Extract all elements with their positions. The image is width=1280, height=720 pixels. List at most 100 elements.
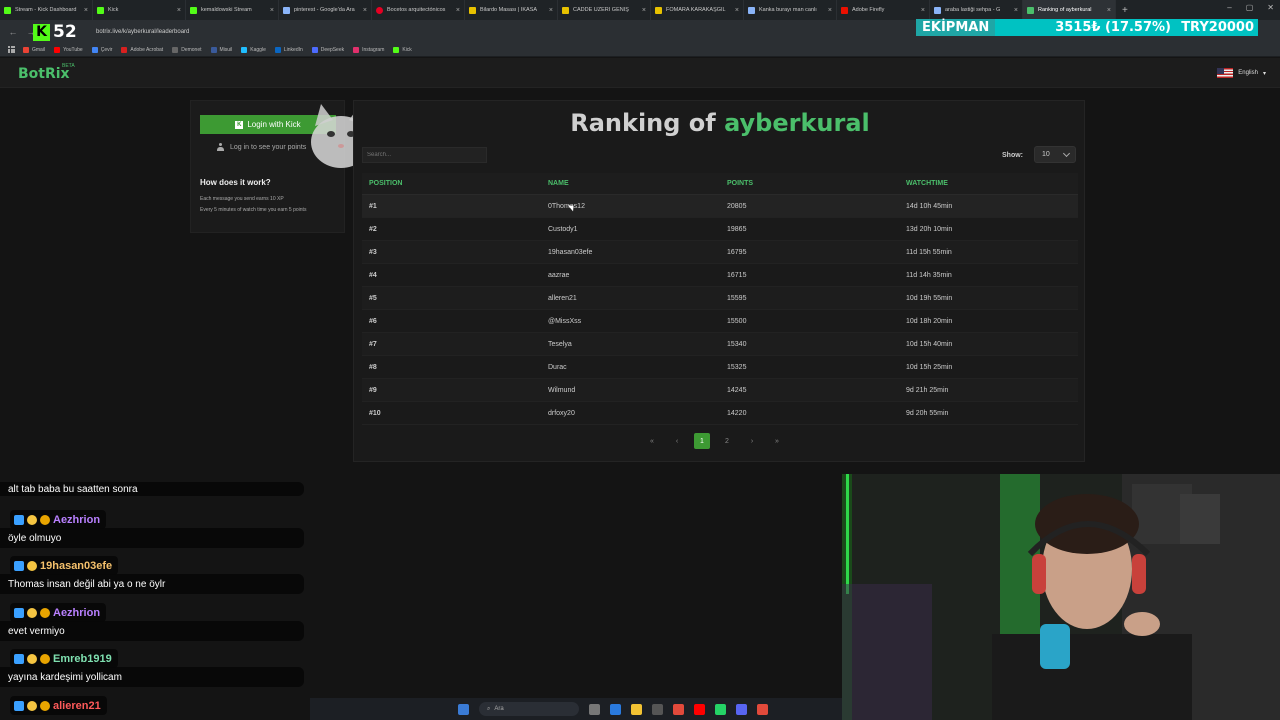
task-view-icon[interactable] [589, 703, 600, 715]
close-icon[interactable]: × [642, 7, 646, 14]
youtube-icon[interactable] [694, 703, 705, 715]
browser-tab-bar: Stream - Kick Dashboard × Kick × kemaldows… [0, 0, 1280, 20]
close-icon[interactable]: × [84, 7, 88, 14]
back-icon[interactable]: ← [8, 27, 18, 37]
kick-logo-icon: K [33, 23, 50, 41]
warning-badge-icon [40, 514, 50, 525]
edge-icon[interactable] [610, 703, 621, 715]
cell-name: alleren21 [548, 294, 577, 302]
bookmark-demonet[interactable]: Demonet [172, 46, 202, 53]
bookmark-label: Kick [402, 46, 412, 53]
botrix-favicon-icon [1027, 6, 1034, 14]
column-header-name[interactable]: NAME [541, 180, 720, 187]
close-icon[interactable]: × [270, 7, 274, 14]
next-page-button[interactable]: › [744, 433, 760, 449]
close-icon[interactable]: × [177, 7, 181, 14]
discord-icon[interactable] [736, 703, 747, 715]
tab-10[interactable]: araba lastiği sehpa - G × [930, 0, 1023, 20]
whatsapp-icon[interactable] [715, 703, 726, 715]
table-row[interactable]: #5 alleren21 15595 10d 19h 55min [362, 287, 1078, 310]
tab-label: Adobe Firefly [852, 7, 885, 13]
chat-username: Aezhrion [53, 606, 101, 619]
tab-0[interactable]: Stream - Kick Dashboard × [0, 0, 93, 20]
bookmark-acrobat[interactable]: Adobe Acrobat [121, 46, 163, 53]
close-icon[interactable]: × [735, 7, 739, 14]
moon-badge-icon [27, 653, 37, 664]
close-icon[interactable]: × [1107, 7, 1111, 14]
close-icon[interactable]: × [921, 7, 925, 14]
close-window-icon[interactable]: ✕ [1267, 3, 1274, 12]
tab-3[interactable]: pinterest - Google'da Ara × [279, 0, 372, 20]
tab-1[interactable]: Kick × [93, 0, 186, 20]
close-icon[interactable]: × [456, 7, 460, 14]
tab-11[interactable]: Ranking of ayberkural × [1023, 0, 1116, 20]
table-row[interactable]: #2 Custody1 19865 13d 20h 10min [362, 218, 1078, 241]
tab-9[interactable]: Adobe Firefly × [837, 0, 930, 20]
bookmark-cevir[interactable]: Çevir [91, 46, 112, 53]
url-field[interactable]: botrix.live/k/ayberkural/leaderboard [96, 29, 189, 35]
table-row[interactable]: #6 @MissXss 15500 10d 18h 20min [362, 310, 1078, 333]
login-hint: Log in to see your points [217, 143, 306, 151]
kick-favicon-icon [97, 6, 104, 14]
table-row[interactable]: #1 0Thomas12 20805 14d 10h 45min [362, 195, 1078, 218]
table-row[interactable]: #10 drfoxy20 14220 9d 20h 55min [362, 402, 1078, 425]
table-row[interactable]: #4 aazrae 16715 11d 14h 35min [362, 264, 1078, 287]
tab-6[interactable]: CADDE ÜZERİ GENİŞ × [558, 0, 651, 20]
apps-grid-icon[interactable] [8, 46, 15, 53]
tab-label: Ranking of ayberkural [1038, 7, 1092, 13]
bookmark-gmail[interactable]: Gmail [23, 46, 45, 53]
close-icon[interactable]: × [363, 7, 367, 14]
bookmark-misuil[interactable]: Misuil [210, 46, 232, 53]
table-row[interactable]: #7 Teselya 15340 10d 15h 40min [362, 333, 1078, 356]
page-2-button[interactable]: 2 [719, 433, 735, 449]
tab-5[interactable]: Bilardo Masası | İKASA × [465, 0, 558, 20]
bookmark-linkedin[interactable]: LinkedIn [274, 46, 303, 53]
chrome-icon[interactable] [673, 703, 684, 715]
tab-4[interactable]: Bocetos arquitectónicos × [372, 0, 465, 20]
language-selector[interactable]: English ▾ [1217, 68, 1266, 78]
bookmark-deepseek[interactable]: DeepSeek [311, 46, 344, 53]
tab-7[interactable]: FOMARA KARAKAŞGİL × [651, 0, 744, 20]
cell-position: #5 [369, 294, 377, 302]
us-flag-icon [1217, 68, 1234, 78]
column-header-points[interactable]: POINTS [720, 180, 899, 187]
column-header-watchtime[interactable]: WATCHTIME [899, 180, 1078, 187]
last-page-button[interactable]: » [769, 433, 785, 449]
tab-2[interactable]: kemaldowski Stream × [186, 0, 279, 20]
show-label: Show: [1002, 152, 1023, 159]
windows-start-icon[interactable] [458, 703, 469, 715]
table-row[interactable]: #9 Wilmund 14245 9d 21h 25min [362, 379, 1078, 402]
bookmark-kaggle[interactable]: Kaggle [241, 46, 266, 53]
new-tab-button[interactable]: + [1122, 5, 1128, 16]
deepseek-icon [311, 46, 318, 53]
column-header-position[interactable]: POSITION [362, 180, 541, 187]
close-icon[interactable]: × [828, 7, 832, 14]
page-1-button[interactable]: 1 [694, 433, 710, 449]
login-hint-text: Log in to see your points [230, 143, 307, 151]
close-icon[interactable]: × [549, 7, 553, 14]
close-icon[interactable]: × [1014, 7, 1018, 14]
table-row[interactable]: #3 19hasan03efe 16795 11d 15h 55min [362, 241, 1078, 264]
warning-badge-icon [40, 653, 50, 664]
file-explorer-icon[interactable] [631, 703, 642, 715]
app-icon[interactable] [652, 703, 663, 715]
first-page-button[interactable]: « [644, 433, 660, 449]
minimize-icon[interactable]: – [1227, 3, 1231, 12]
table-row[interactable]: #8 Durac 15325 10d 15h 25min [362, 356, 1078, 379]
ticker-goal: TRY20000 [1181, 20, 1254, 35]
tab-label: Kanka burayı man canlı [759, 7, 817, 13]
moon-badge-icon [27, 700, 37, 711]
taskbar-search[interactable]: ⌕ Ara [479, 702, 579, 716]
recorder-icon[interactable] [757, 703, 768, 715]
bookmark-kick[interactable]: Kick [393, 46, 412, 53]
page-size-select[interactable]: 10 [1034, 146, 1076, 163]
bookmark-label: Demonet [181, 46, 202, 53]
bookmark-instagram[interactable]: Instagram [353, 46, 384, 53]
search-input[interactable] [362, 147, 487, 163]
prev-page-button[interactable]: ‹ [669, 433, 685, 449]
bookmark-youtube[interactable]: YouTube [54, 46, 83, 53]
bookmarks-bar: Gmail YouTube Çevir Adobe Acrobat Demone… [0, 43, 1280, 57]
tab-8[interactable]: Kanka burayı man canlı × [744, 0, 837, 20]
maximize-icon[interactable]: ▢ [1246, 3, 1254, 12]
cell-watchtime: 10d 19h 55min [906, 294, 953, 302]
